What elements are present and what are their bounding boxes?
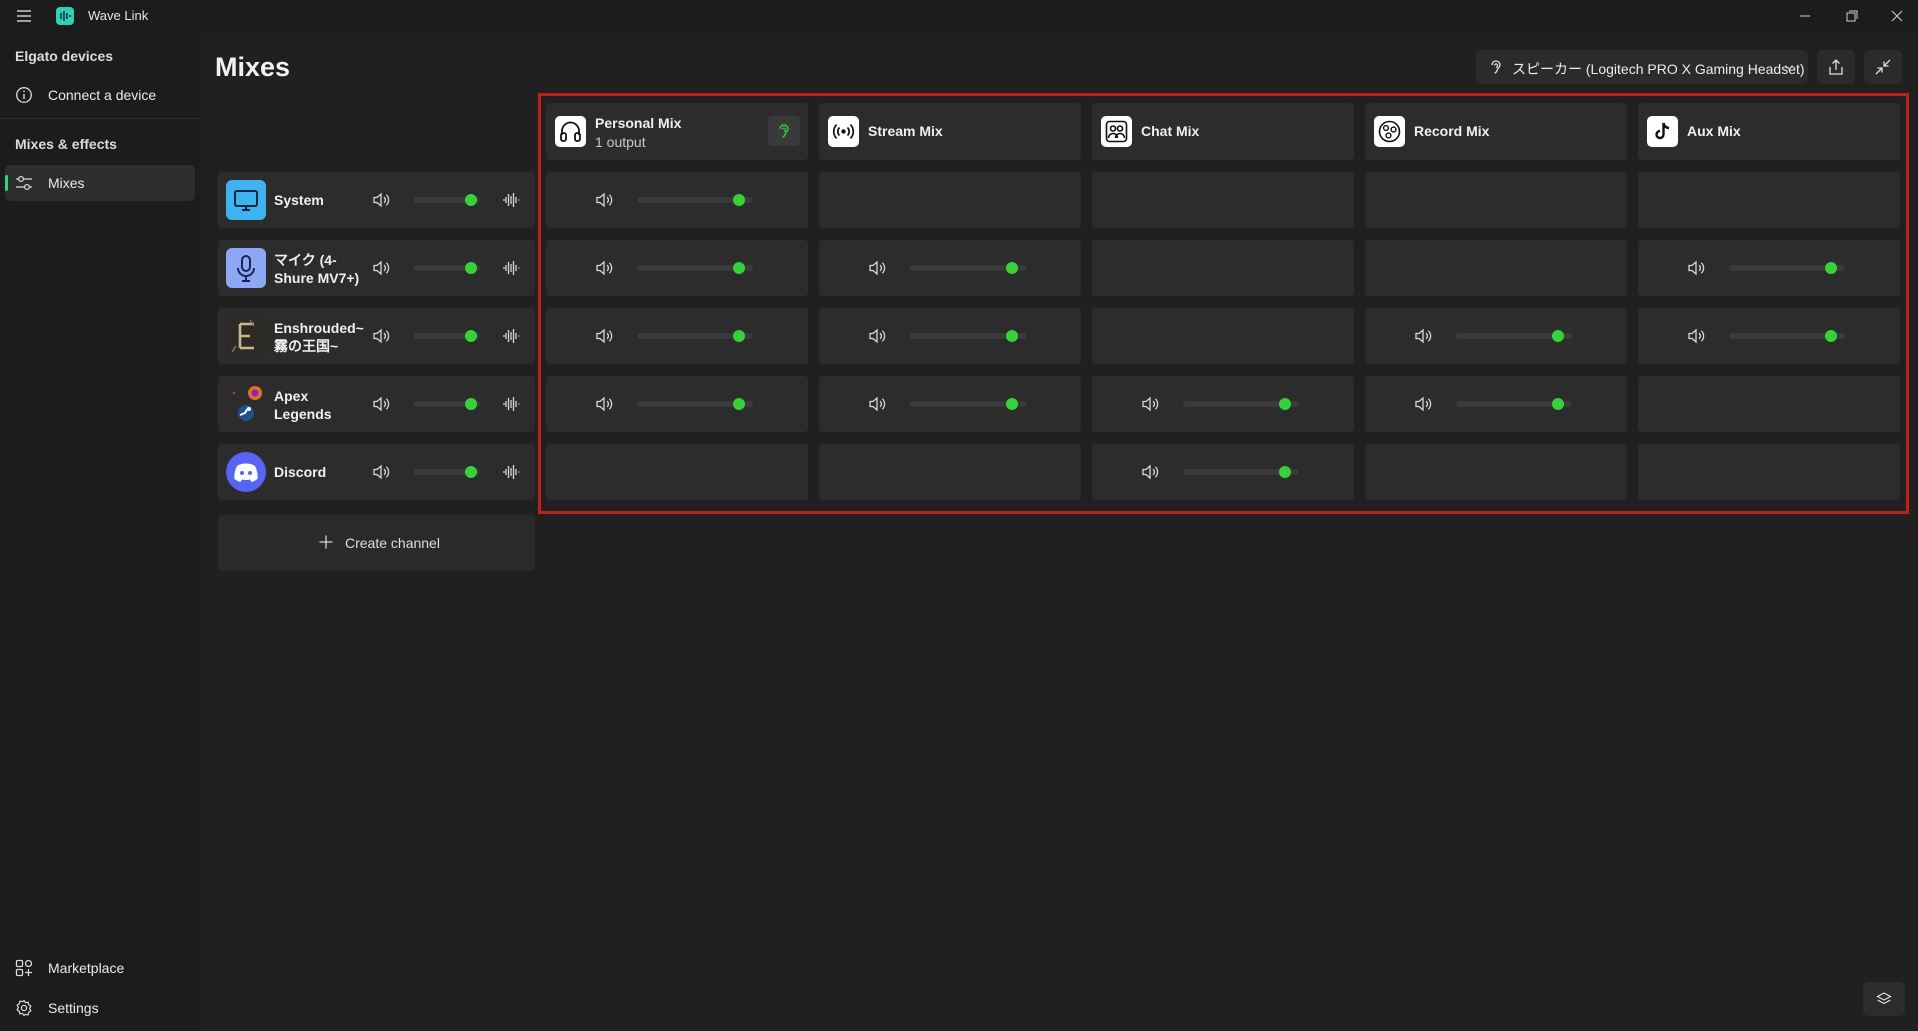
sidebar: Elgato devices Connect a device Mixes & …: [0, 32, 200, 1031]
plus-icon: [318, 534, 334, 550]
collapse-button[interactable]: [1864, 50, 1902, 84]
slider-knob[interactable]: [464, 398, 477, 410]
channel-volume-slider[interactable]: [414, 398, 480, 410]
apex-legends-icon: [226, 384, 266, 424]
chevron-down-icon: [1784, 62, 1794, 72]
share-button[interactable]: [1817, 50, 1855, 84]
channel-volume-slider[interactable]: [414, 466, 480, 478]
layers-icon: [1876, 992, 1892, 1005]
channel-name: マイク (4-: [274, 252, 337, 268]
channel-name: Apex: [274, 388, 309, 404]
slider-knob[interactable]: [464, 194, 477, 206]
close-button[interactable]: [1882, 4, 1912, 28]
channel-name: Enshrouded~: [274, 320, 364, 336]
sidebar-item-mixes[interactable]: Mixes: [5, 165, 195, 201]
channel-system[interactable]: System: [218, 172, 535, 228]
channel-microphone[interactable]: マイク (4- Shure MV7+): [218, 240, 535, 296]
channel-enshrouded[interactable]: Enshrouded~ 霧の王国~: [218, 308, 535, 364]
channel-volume-slider[interactable]: [414, 262, 480, 274]
section-elgato-devices: Elgato devices: [15, 48, 114, 64]
layers-button[interactable]: [1863, 982, 1905, 1016]
channel-name-line2: Shure MV7+): [274, 270, 360, 286]
speaker-icon[interactable]: [372, 395, 392, 413]
sidebar-item-connect-device[interactable]: Connect a device: [5, 77, 195, 113]
restore-button[interactable]: [1836, 4, 1866, 28]
sidebar-item-settings[interactable]: Settings: [5, 990, 195, 1026]
speaker-icon[interactable]: [372, 327, 392, 345]
effects-waveform-icon[interactable]: [501, 463, 521, 481]
ear-icon: [1488, 59, 1504, 75]
output-device-dropdown[interactable]: スピーカー (Logitech PRO X Gaming Headset): [1476, 50, 1808, 84]
monitor-icon: [226, 180, 266, 220]
sidebar-item-label: Marketplace: [48, 960, 125, 976]
sliders-icon: [15, 174, 33, 192]
channel-volume-slider[interactable]: [414, 194, 480, 206]
sidebar-item-marketplace[interactable]: Marketplace: [5, 950, 195, 986]
slider-knob[interactable]: [464, 466, 477, 478]
channel-name: Discord: [274, 464, 327, 480]
minimize-button[interactable]: [1790, 4, 1820, 28]
channel-name: System: [274, 192, 324, 208]
effects-waveform-icon[interactable]: [501, 191, 521, 209]
speaker-icon[interactable]: [372, 191, 392, 209]
section-mixes-effects: Mixes & effects: [15, 136, 117, 152]
highlight-box: [538, 93, 1909, 514]
discord-icon: [226, 452, 266, 492]
speaker-icon[interactable]: [372, 259, 392, 277]
gear-icon: [15, 999, 33, 1017]
create-channel-button[interactable]: Create channel: [218, 515, 535, 571]
speaker-icon[interactable]: [372, 463, 392, 481]
hamburger-menu-icon[interactable]: [14, 7, 36, 25]
channel-name-line2: 霧の王国~: [274, 338, 339, 354]
sidebar-item-label: Connect a device: [48, 87, 157, 103]
channel-volume-slider[interactable]: [414, 330, 480, 342]
share-icon: [1829, 59, 1843, 75]
effects-waveform-icon[interactable]: [501, 259, 521, 277]
info-icon: [15, 86, 33, 104]
effects-waveform-icon[interactable]: [501, 327, 521, 345]
output-device-label: スピーカー (Logitech PRO X Gaming Headset): [1512, 61, 1805, 77]
microphone-icon: [226, 248, 266, 288]
slider-knob[interactable]: [464, 262, 477, 274]
channel-discord[interactable]: Discord: [218, 444, 535, 500]
sidebar-item-label: Settings: [48, 1000, 99, 1016]
channel-apex-legends[interactable]: Apex Legends: [218, 376, 535, 432]
wave-link-logo-icon: [56, 7, 74, 25]
title-bar: Wave Link: [0, 0, 1918, 32]
divider: [0, 118, 200, 119]
enshrouded-game-icon: [226, 316, 266, 356]
page-title: Mixes: [215, 52, 291, 82]
slider-knob[interactable]: [464, 330, 477, 342]
channel-name-line2: Legends: [274, 406, 332, 422]
app-title: Wave Link: [88, 8, 149, 23]
collapse-icon: [1875, 59, 1891, 75]
sidebar-item-label: Mixes: [48, 175, 85, 191]
effects-waveform-icon[interactable]: [501, 395, 521, 413]
create-channel-label: Create channel: [345, 535, 440, 551]
marketplace-icon: [15, 959, 33, 977]
